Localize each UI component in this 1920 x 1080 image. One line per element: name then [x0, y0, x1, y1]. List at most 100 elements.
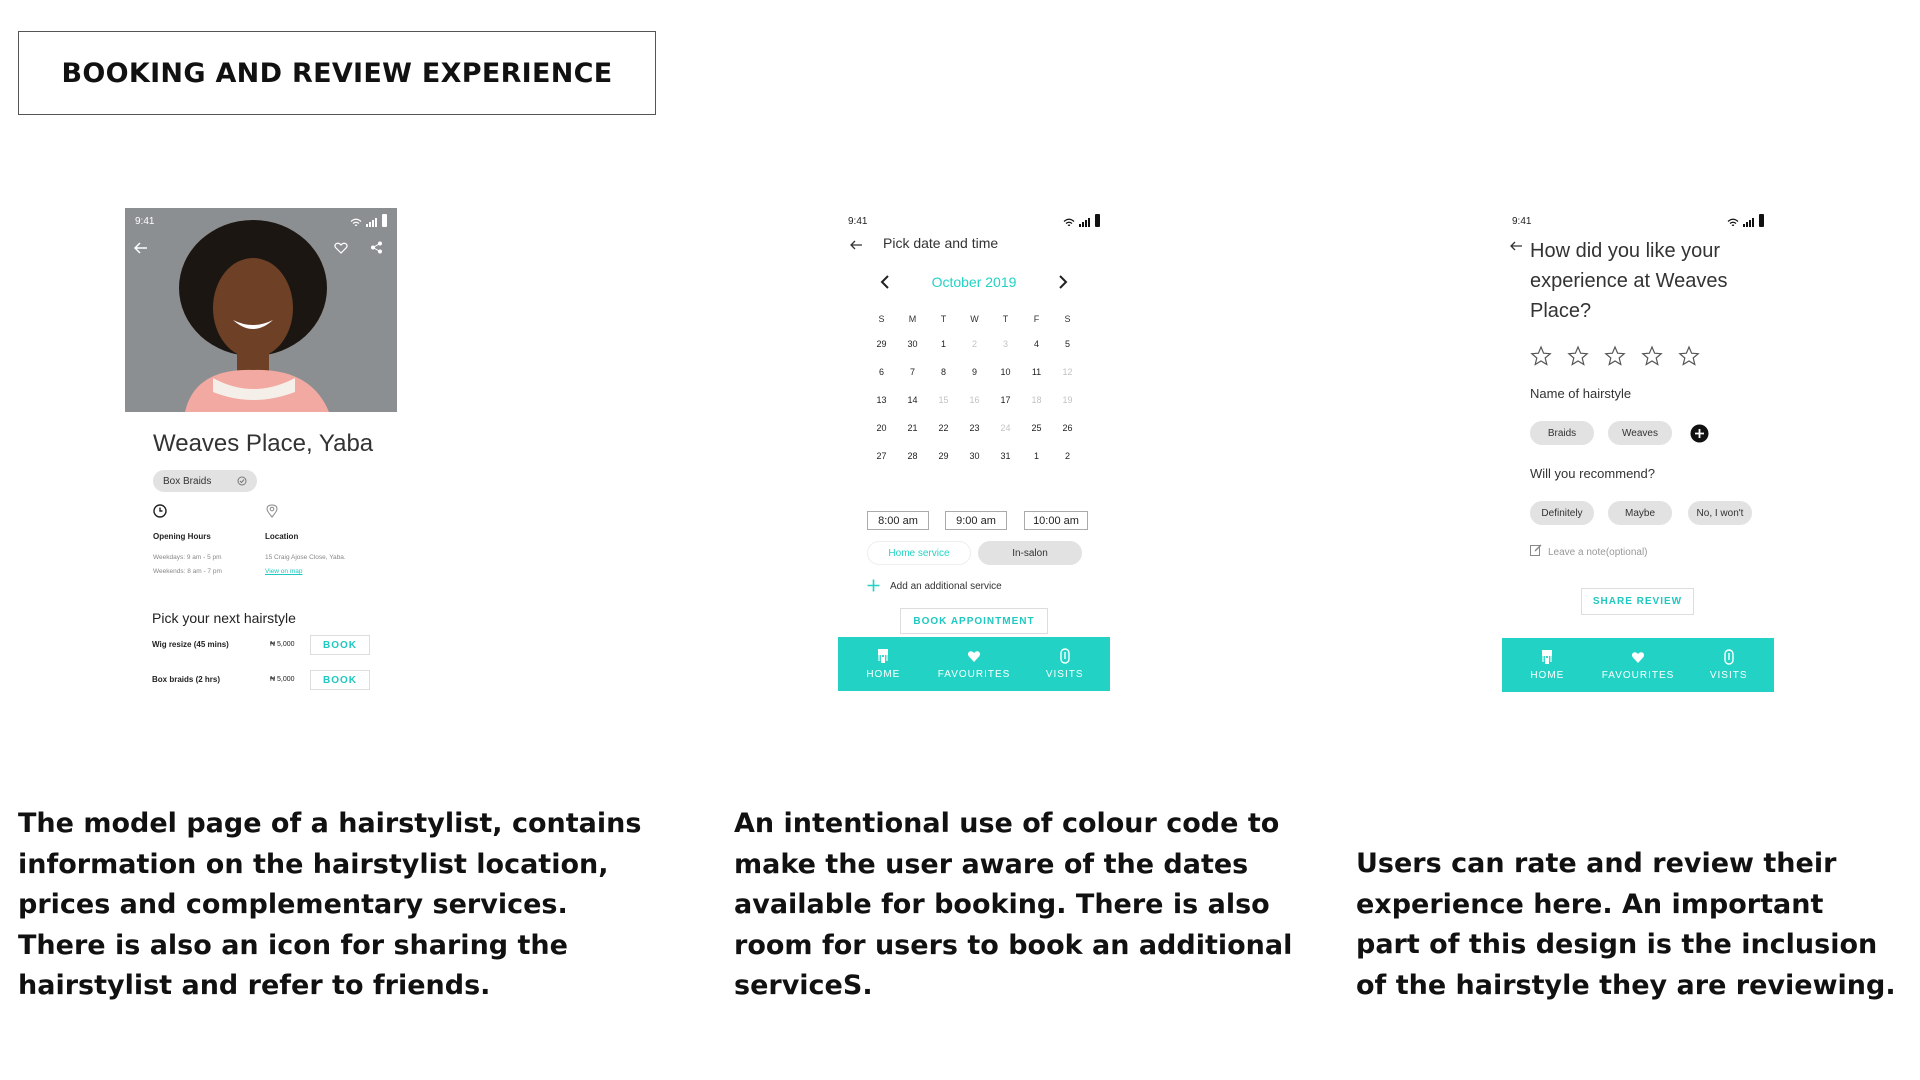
stylist-photo: 9:41 [125, 208, 397, 412]
battery-icon [1759, 214, 1764, 227]
calendar-day[interactable]: 25 [1021, 414, 1052, 442]
calendar-day[interactable]: 14 [897, 386, 928, 414]
calendar-day[interactable]: 27 [866, 442, 897, 470]
calendar-day[interactable]: 5 [1052, 330, 1083, 358]
calendar-day[interactable]: 11 [1021, 358, 1052, 386]
back-arrow-icon[interactable] [850, 240, 863, 250]
calendar-day[interactable]: 9 [959, 358, 990, 386]
calendar-day[interactable]: 23 [959, 414, 990, 442]
calendar-day[interactable]: 29 [866, 330, 897, 358]
nav-home[interactable]: HOME [1502, 638, 1593, 692]
chevron-right-icon[interactable] [1058, 274, 1068, 290]
calendar-day[interactable]: 10 [990, 358, 1021, 386]
calendar-day-unavailable: 12 [1062, 367, 1073, 377]
calendar-day[interactable]: 20 [866, 414, 897, 442]
weekday-label: M [908, 314, 917, 324]
calendar-day[interactable]: 17 [990, 386, 1021, 414]
comb-icon [878, 649, 889, 663]
calendar-day[interactable]: 4 [1021, 330, 1052, 358]
status-icons [1727, 214, 1764, 227]
time-slot[interactable]: 8:00 am [867, 511, 929, 530]
hairstyle-tag-label: Box Braids [163, 475, 212, 487]
status-time: 9:41 [1512, 216, 1532, 227]
nav-favourites[interactable]: FAVOURITES [929, 637, 1020, 691]
location-pin-icon [266, 504, 278, 518]
nav-home[interactable]: HOME [838, 637, 929, 691]
heart-icon [1631, 652, 1645, 663]
note-field[interactable]: Leave a note(optional) [1548, 547, 1648, 558]
battery-icon [382, 214, 387, 227]
calendar-day[interactable]: 26 [1052, 414, 1083, 442]
calendar-day[interactable]: 21 [897, 414, 928, 442]
bottom-nav: HOME FAVOURITES VISITS [838, 637, 1110, 691]
status-icons [350, 214, 387, 227]
calendar-week: 20 21 22 23 24 25 26 [866, 414, 1084, 442]
caption-right: Users can rate and review their experien… [1356, 848, 1896, 1001]
review-question: How did you like your experience at Weav… [1530, 240, 1728, 322]
stylist-photo-illustration [125, 208, 397, 412]
book-button[interactable]: BOOK [310, 635, 370, 655]
calendar-day[interactable]: 8 [928, 358, 959, 386]
star-icon[interactable] [1567, 345, 1589, 367]
star-icon[interactable] [1678, 345, 1700, 367]
back-arrow-icon[interactable] [1510, 241, 1523, 251]
signal-icon [1079, 218, 1090, 227]
recommend-chip[interactable]: Definitely [1530, 501, 1594, 525]
calendar-day[interactable]: 30 [959, 442, 990, 470]
status-time: 9:41 [848, 216, 868, 227]
calendar-day-unavailable: 16 [969, 395, 980, 405]
nav-visits[interactable]: VISITS [1683, 638, 1774, 692]
time-slot[interactable]: 10:00 am [1024, 511, 1088, 530]
calendar-day[interactable]: 6 [866, 358, 897, 386]
weekday-label: S [878, 314, 885, 324]
recommend-chip[interactable]: Maybe [1608, 501, 1672, 525]
signal-icon [1743, 218, 1754, 227]
in-salon-option[interactable]: In-salon [978, 541, 1082, 565]
time-slot[interactable]: 9:00 am [945, 511, 1007, 530]
book-appointment-button[interactable]: BOOK APPOINTMENT [900, 608, 1048, 634]
share-review-button[interactable]: SHARE REVIEW [1581, 588, 1694, 615]
hairstyle-chip[interactable]: Braids [1530, 421, 1594, 445]
home-service-option[interactable]: Home service [867, 541, 971, 565]
plus-icon[interactable] [867, 579, 880, 592]
calendar-day[interactable]: 1 [1021, 442, 1052, 470]
hairstyle-tag[interactable]: Box Braids [153, 470, 257, 492]
calendar-day[interactable]: 7 [897, 358, 928, 386]
view-on-map-link[interactable]: View on map [265, 568, 302, 575]
nav-favourites[interactable]: FAVOURITES [1593, 638, 1684, 692]
calendar-day[interactable]: 29 [928, 442, 959, 470]
status-icons [1063, 214, 1100, 227]
calendar-day[interactable]: 28 [897, 442, 928, 470]
star-icon[interactable] [1530, 345, 1552, 367]
nav-visits-label: VISITS [1045, 669, 1084, 680]
service-name: Box braids (2 hrs) [152, 675, 221, 684]
star-icon[interactable] [1641, 345, 1663, 367]
weekend-hours: Weekends: 8 am - 7 pm [153, 568, 222, 575]
share-icon[interactable] [370, 241, 383, 254]
add-hairstyle-icon[interactable] [1690, 424, 1709, 443]
nav-visits[interactable]: VISITS [1019, 637, 1110, 691]
calendar-day-unavailable: 19 [1062, 395, 1073, 405]
star-icon[interactable] [1604, 345, 1626, 367]
calendar-day[interactable]: 31 [990, 442, 1021, 470]
service-price: ₦ 5,000 [270, 676, 295, 683]
comb-icon [1542, 650, 1553, 664]
back-arrow-icon[interactable] [134, 242, 148, 254]
hairstyle-chip[interactable]: Weaves [1608, 421, 1672, 445]
status-time: 9:41 [135, 216, 155, 227]
recommend-chip[interactable]: No, I won't [1688, 501, 1752, 525]
clock-icon [153, 504, 167, 518]
book-button[interactable]: BOOK [310, 670, 370, 690]
heart-icon[interactable] [334, 242, 348, 254]
heart-icon [967, 651, 981, 662]
calendar-day[interactable]: 1 [928, 330, 959, 358]
review-screen: 9:41 How did you like your experience at… [1502, 208, 1774, 692]
wifi-icon [350, 218, 362, 227]
wifi-icon [1727, 218, 1739, 227]
nav-favourites-label: FAVOURITES [937, 669, 1011, 680]
calendar-day[interactable]: 22 [928, 414, 959, 442]
calendar-day[interactable]: 2 [1052, 442, 1083, 470]
calendar-day[interactable]: 13 [866, 386, 897, 414]
add-service-link[interactable]: Add an additional service [890, 581, 1002, 592]
calendar-day[interactable]: 30 [897, 330, 928, 358]
